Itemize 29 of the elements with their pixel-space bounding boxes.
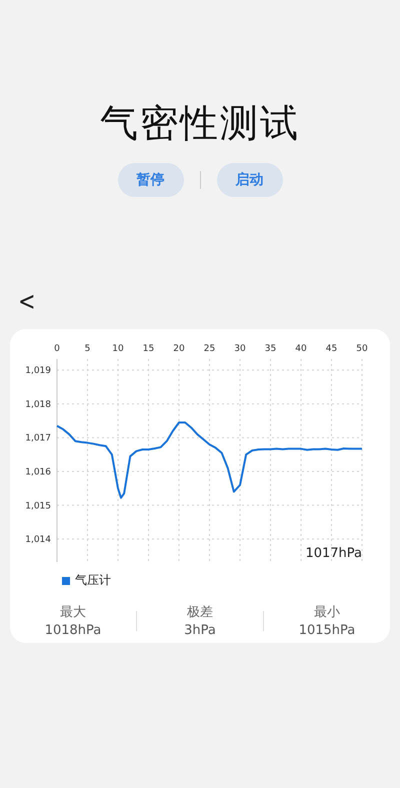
control-button[interactable]: 启动 — [216, 163, 282, 197]
x-tick-label: 15 — [142, 344, 154, 354]
y-tick-label: 1,018 — [25, 400, 51, 410]
x-tick-label: 20 — [173, 344, 185, 354]
x-tick-label: 25 — [204, 344, 216, 354]
x-tick-label: 0 — [54, 344, 60, 354]
x-tick-label: 35 — [264, 344, 276, 354]
current-reading: 1017hPa — [305, 546, 362, 561]
x-tick-label: 50 — [356, 344, 368, 354]
stat-value: 1018hPa — [44, 623, 102, 638]
stat-label: 极差 — [187, 604, 213, 621]
back-button[interactable]: < — [18, 287, 36, 317]
y-tick-label: 1,014 — [25, 535, 51, 546]
control-button[interactable]: 暂停 — [118, 163, 184, 197]
x-tick-label: 45 — [326, 344, 338, 354]
y-tick-label: 1,017 — [25, 434, 51, 444]
stat-label: 最小 — [314, 604, 340, 621]
stat-value: 1015hPa — [298, 623, 356, 638]
x-tick-label: 30 — [234, 344, 246, 354]
y-tick-label: 1,016 — [25, 467, 51, 478]
x-tick-label: 5 — [84, 344, 90, 354]
stat-label: 最大 — [60, 604, 86, 621]
page-title: 气密性测试 — [100, 100, 300, 147]
x-tick-label: 10 — [112, 344, 124, 354]
stat-value: 3hPa — [184, 623, 216, 638]
legend-label: 气压计 — [75, 572, 111, 589]
y-tick-label: 1,015 — [25, 501, 51, 512]
x-tick-label: 40 — [295, 344, 307, 354]
y-tick-label: 1,019 — [25, 366, 51, 376]
